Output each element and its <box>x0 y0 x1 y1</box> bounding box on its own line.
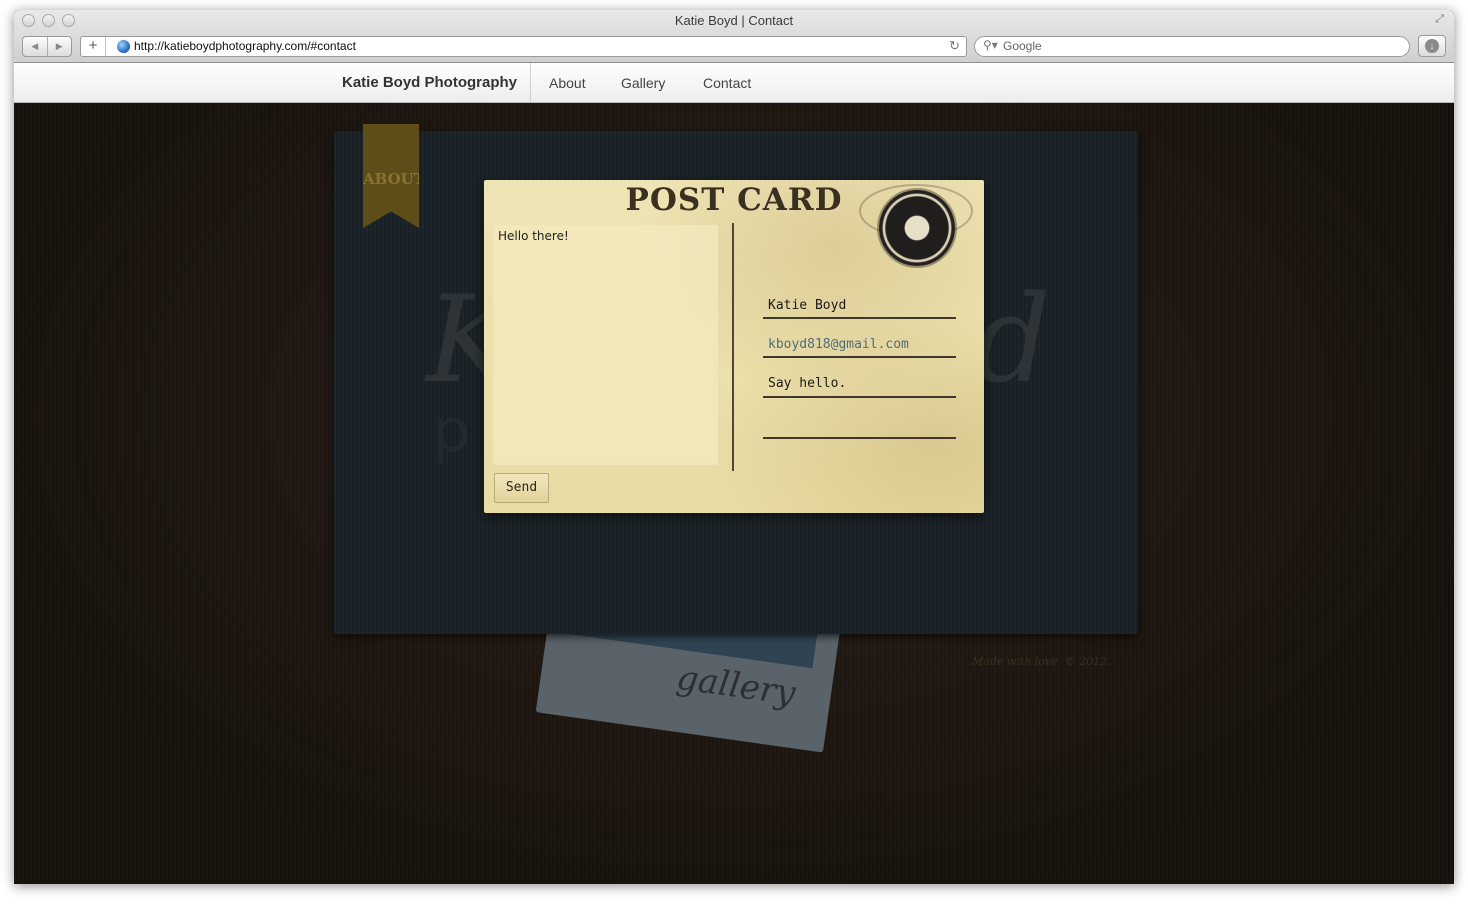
about-ribbon[interactable]: ABOUT <box>363 124 419 228</box>
download-icon: ↓ <box>1425 39 1439 53</box>
address-bar[interactable]: + http://katieboydphotography.com/#conta… <box>80 36 967 57</box>
search-placeholder[interactable]: Google <box>1003 39 1042 53</box>
reload-icon[interactable]: ↻ <box>949 38 960 54</box>
url-text[interactable]: http://katieboydphotography.com/#contact <box>134 39 356 53</box>
nav-link-about[interactable]: About <box>549 75 586 91</box>
subject-line <box>763 396 956 398</box>
page-content: gallery ABOUT K d p Made with love. © 20… <box>14 103 1454 884</box>
search-icon: ⚲▾ <box>983 38 998 52</box>
nav-divider <box>530 63 531 102</box>
back-button[interactable]: ◀ <box>23 37 48 56</box>
browser-toolbar: Katie Boyd | Contact ⤢ ◀ ▶ + http://kati… <box>14 10 1454 63</box>
name-field[interactable]: Katie Boyd <box>768 298 846 313</box>
email-field[interactable]: kboyd818@gmail.com <box>768 337 909 352</box>
extra-line <box>763 437 956 439</box>
globe-icon <box>117 40 130 53</box>
cover-script-d: d <box>974 271 1051 410</box>
site-navigation: Katie Boyd Photography About Gallery Con… <box>14 63 1454 103</box>
send-button[interactable]: Send <box>494 473 549 503</box>
gallery-label: gallery <box>674 657 798 714</box>
back-forward-buttons: ◀ ▶ <box>22 36 72 57</box>
subject-field[interactable]: Say hello. <box>768 376 846 391</box>
downloads-button[interactable]: ↓ <box>1418 35 1446 57</box>
about-ribbon-label: ABOUT <box>363 170 425 188</box>
browser-window: Katie Boyd | Contact ⤢ ◀ ▶ + http://kati… <box>14 10 1454 884</box>
site-brand[interactable]: Katie Boyd Photography <box>342 74 517 91</box>
fullscreen-icon[interactable]: ⤢ <box>1435 13 1444 26</box>
search-field[interactable]: ⚲▾ Google <box>974 36 1410 57</box>
cover-script-p: p <box>432 396 471 466</box>
nav-link-contact[interactable]: Contact <box>703 75 751 91</box>
window-title: Katie Boyd | Contact <box>674 13 794 28</box>
postcard-title: POST CARD <box>625 182 843 218</box>
name-line <box>763 317 956 319</box>
postcard-divider <box>732 223 734 471</box>
forward-button[interactable]: ▶ <box>48 37 72 56</box>
add-bookmark-button[interactable]: + <box>81 37 106 56</box>
footer-text: Made with love. © 2012. <box>972 655 1111 668</box>
postcard-contact-form: POST CARD Hello there! Katie Boyd kboyd8… <box>484 180 984 513</box>
email-line <box>763 356 956 358</box>
nav-link-gallery[interactable]: Gallery <box>621 75 665 91</box>
message-textarea[interactable]: Hello there! <box>493 225 718 465</box>
